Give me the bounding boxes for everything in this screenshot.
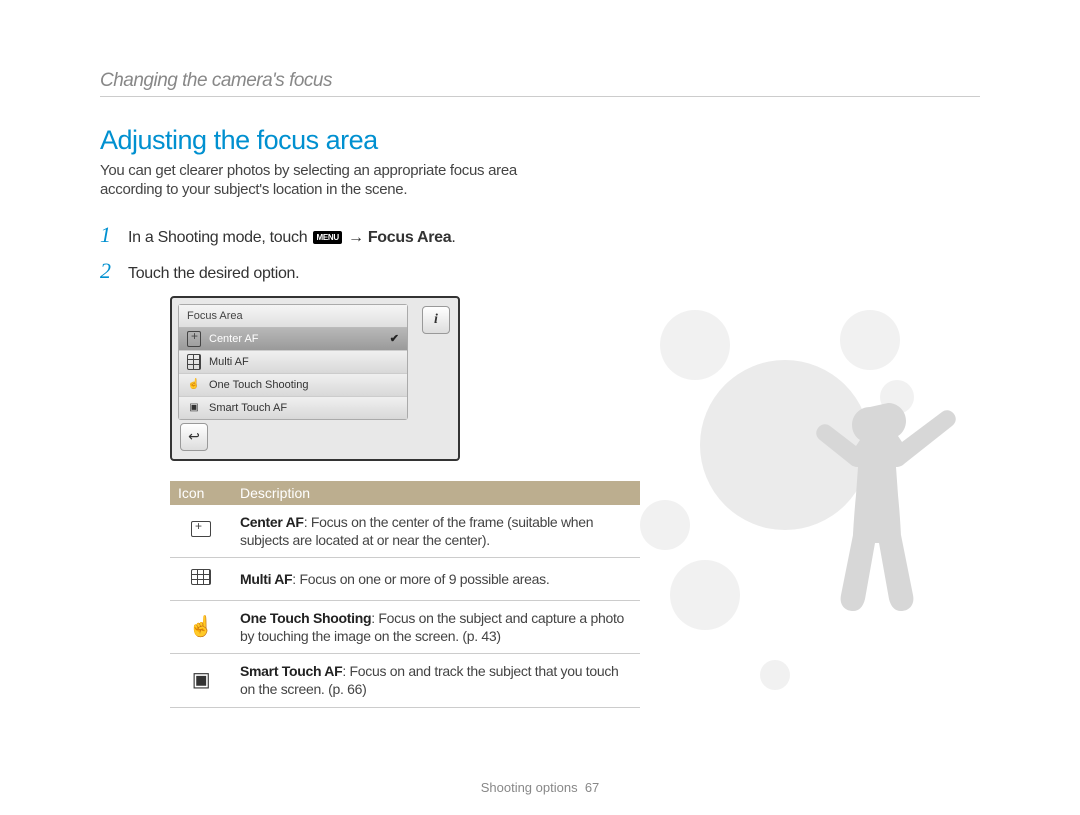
step-1-text: In a Shooting mode, touch MENU → Focus A… (128, 229, 456, 247)
desc-title: Multi AF (240, 571, 292, 587)
lcd-item-smart-touch: ▣ Smart Touch AF (179, 397, 407, 419)
lcd-item-label: Smart Touch AF (209, 402, 287, 414)
table-row: ☝ One Touch Shooting: Focus on the subje… (170, 600, 640, 653)
table-desc: Multi AF: Focus on one or more of 9 poss… (232, 557, 640, 600)
menu-icon: MENU (313, 231, 341, 244)
divider (100, 96, 980, 97)
lcd-item-center-af: Center AF ✔ (179, 328, 407, 351)
lcd-item-label: Multi AF (209, 356, 249, 368)
step-1-bold: Focus Area (368, 229, 452, 246)
center-af-icon (187, 333, 201, 345)
footer-page: 67 (585, 780, 599, 795)
table-desc: Smart Touch AF: Focus on and track the s… (232, 654, 640, 707)
desc-title: Center AF (240, 514, 304, 530)
lcd-menu-title: Focus Area (179, 305, 407, 328)
back-button-icon: ↩ (180, 423, 208, 451)
table-desc: Center AF: Focus on the center of the fr… (232, 505, 640, 558)
step-1-pre: In a Shooting mode, touch (128, 229, 311, 246)
intro-text: You can get clearer photos by selecting … (100, 162, 570, 200)
smart-touch-icon: ▣ (187, 402, 201, 414)
table-row: Center AF: Focus on the center of the fr… (170, 505, 640, 558)
one-touch-icon: ☝ (170, 600, 232, 653)
lcd-item-label: Center AF (209, 333, 259, 345)
back-glyph: ↩ (188, 428, 200, 445)
table-desc: One Touch Shooting: Focus on the subject… (232, 600, 640, 653)
desc-body: : Focus on one or more of 9 possible are… (292, 571, 549, 587)
lcd-menu-screenshot: i ↩ Focus Area Center AF ✔ Multi AF ☝ On… (170, 296, 460, 461)
decorative-art (640, 300, 1000, 720)
smart-touch-icon: ▣ (170, 654, 232, 707)
one-touch-icon: ☝ (187, 379, 201, 391)
step-1-period: . (451, 229, 455, 246)
step-2: 2 Touch the desired option. (100, 258, 980, 284)
check-icon: ✔ (390, 332, 399, 345)
multi-af-icon (170, 557, 232, 600)
description-table: Icon Description Center AF: Focus on the… (170, 481, 640, 708)
step-1-arrow: → (344, 229, 368, 246)
step-1-number: 1 (100, 222, 128, 248)
table-row: ▣ Smart Touch AF: Focus on and track the… (170, 654, 640, 707)
center-af-icon (170, 505, 232, 558)
breadcrumb: Changing the camera's focus (100, 70, 980, 92)
lcd-item-multi-af: Multi AF (179, 351, 407, 374)
table-header-icon: Icon (170, 481, 232, 505)
page-footer: Shooting options 67 (0, 780, 1080, 795)
table-row: Multi AF: Focus on one or more of 9 poss… (170, 557, 640, 600)
child-silhouette (810, 395, 960, 705)
desc-title: One Touch Shooting (240, 610, 371, 626)
section-title: Adjusting the focus area (100, 125, 980, 156)
step-1: 1 In a Shooting mode, touch MENU → Focus… (100, 222, 980, 248)
footer-section: Shooting options (481, 780, 578, 795)
lcd-item-one-touch: ☝ One Touch Shooting (179, 374, 407, 397)
desc-title: Smart Touch AF (240, 663, 342, 679)
multi-af-icon (187, 356, 201, 368)
lcd-menu-list: Focus Area Center AF ✔ Multi AF ☝ One To… (178, 304, 408, 420)
table-header-description: Description (232, 481, 640, 505)
step-2-text: Touch the desired option. (128, 265, 299, 283)
step-2-number: 2 (100, 258, 128, 284)
info-button-icon: i (422, 306, 450, 334)
info-glyph: i (434, 312, 438, 328)
lcd-item-label: One Touch Shooting (209, 379, 308, 391)
